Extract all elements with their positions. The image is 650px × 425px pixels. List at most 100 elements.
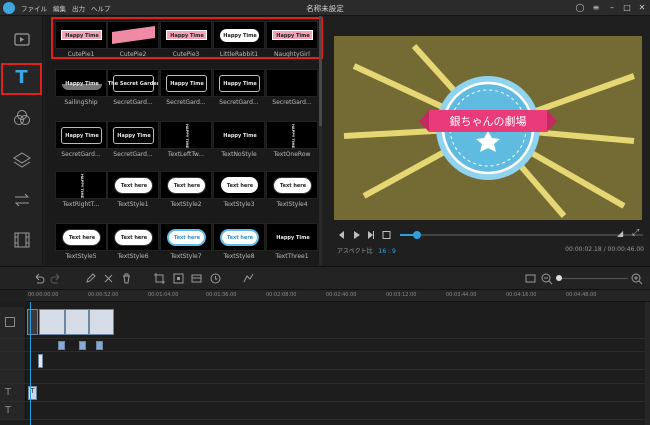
fullscreen-icon[interactable]: ⤢	[632, 228, 639, 238]
pen-icon[interactable]	[84, 272, 97, 285]
user-icon[interactable]: ◯	[574, 2, 586, 14]
aspect-ratio: アスペクト比 16 : 9	[337, 246, 396, 255]
zoom-out-icon[interactable]	[540, 272, 553, 285]
text-template-tile[interactable]: HAPPY TIME	[266, 121, 318, 149]
delete-icon[interactable]	[120, 272, 133, 285]
ruler-tick-label: 00:00:52.00	[88, 292, 119, 298]
text-template-tile[interactable]: Text here	[107, 171, 159, 199]
text-track-2-icon: T	[5, 405, 12, 416]
text-t-icon: T	[15, 67, 28, 88]
highlight-box-top-row	[51, 17, 323, 59]
zoom-slider[interactable]	[556, 278, 628, 279]
close-icon[interactable]: ✕	[636, 2, 648, 14]
tile-preview-text: Happy Time	[117, 133, 151, 139]
time-display: 00:00:02.18 / 00:00:46.00	[565, 246, 644, 253]
tile-preview-text: Happy Time	[223, 133, 257, 139]
tile-preview-text: Text here	[68, 235, 96, 241]
play-icon	[354, 231, 360, 239]
text-template-tile[interactable]: Happy Time	[107, 121, 159, 149]
text-tab[interactable]: T	[1, 63, 42, 95]
text-template-tile[interactable]: Text here	[107, 223, 159, 251]
filter-track-head	[0, 370, 26, 383]
transition-track	[0, 339, 650, 352]
text-template-tile[interactable]: Happy Time	[55, 121, 107, 149]
text-template-tile[interactable]: Text here	[160, 223, 212, 251]
transition-marker[interactable]	[58, 341, 65, 350]
filter-circles-icon	[14, 110, 30, 125]
timeline-ruler[interactable]: 00:00:00.00 00:00:52.00 00:01:04.00 00:01:3…	[26, 290, 650, 302]
tile-preview-text: Happy Time	[65, 81, 99, 87]
redo-icon[interactable]	[50, 272, 63, 285]
text-track-2: T	[0, 402, 650, 420]
text-template-tile[interactable]: Happy Time	[266, 223, 318, 251]
layers-icon	[13, 152, 31, 168]
text-template-tile[interactable]: Happy Time	[213, 121, 265, 149]
timeline-tracks: T T T	[0, 302, 650, 425]
tile-preview-text: Text here	[226, 183, 254, 189]
overlays-tab[interactable]	[10, 148, 34, 172]
text-template-tile[interactable]: HAPPY TIME	[55, 171, 107, 199]
text-template-tile[interactable]: Happy Time	[160, 69, 212, 97]
video-track-icon	[5, 317, 15, 327]
media-tab[interactable]	[10, 28, 34, 52]
fit-timeline-icon[interactable]	[524, 272, 537, 285]
video-clip-2[interactable]	[65, 309, 89, 335]
text-template-tile[interactable]: HAPPY TIME	[160, 121, 212, 149]
video-clip-gap[interactable]	[27, 309, 38, 335]
progress-track[interactable]	[400, 234, 643, 236]
window-title: 名称未設定	[306, 4, 344, 13]
tile-preview-text	[267, 70, 317, 96]
text-template-tile[interactable]: Text here	[266, 171, 318, 199]
tile-preview-text: Happy Time	[276, 235, 310, 241]
crop-icon[interactable]	[153, 272, 166, 285]
next-frame-icon	[368, 231, 374, 239]
undo-icon[interactable]	[32, 272, 45, 285]
timeline-scrollbar[interactable]	[645, 302, 650, 425]
zoom-slider-knob[interactable]	[556, 275, 562, 281]
maximize-icon[interactable]: □	[621, 2, 633, 14]
video-clip-3[interactable]	[89, 309, 114, 335]
tile-preview-text: Text here	[173, 183, 201, 189]
progress-knob[interactable]	[413, 231, 421, 239]
aspect-ratio-value[interactable]: 16 : 9	[379, 248, 396, 255]
mosaic-icon[interactable]	[172, 272, 185, 285]
ruler-tick-label: 00:00:00.00	[28, 292, 59, 298]
filter-track	[0, 370, 650, 384]
text-template-tile[interactable]: Happy Time	[213, 69, 265, 97]
overlay-marker[interactable]	[38, 354, 43, 368]
video-clip-1[interactable]	[39, 309, 65, 335]
transition-marker[interactable]	[79, 341, 86, 350]
transitions-tab[interactable]	[10, 188, 34, 212]
tile-preview-text: Happy Time	[65, 133, 99, 139]
zoom-in-icon[interactable]	[630, 272, 643, 285]
menu-icon[interactable]: ≡	[590, 2, 602, 14]
filters-tab[interactable]	[10, 106, 34, 130]
clock-icon[interactable]	[209, 272, 222, 285]
text-template-tile[interactable]: The Secret Garden	[107, 69, 159, 97]
minimize-icon[interactable]: –	[606, 2, 618, 14]
volume-icon[interactable]: ◢	[617, 229, 623, 238]
text-template-tile[interactable]	[266, 69, 318, 97]
text-template-tile[interactable]: Text here	[213, 171, 265, 199]
text-template-tile[interactable]: Text here	[160, 171, 212, 199]
audio-edit-icon[interactable]	[242, 272, 255, 285]
text-template-tile[interactable]: Text here	[213, 223, 265, 251]
panel-scrollbar-thumb[interactable]	[319, 16, 322, 126]
text-template-label: TextStyle4	[276, 201, 308, 208]
freeze-icon[interactable]	[190, 272, 203, 285]
overlay-track	[0, 352, 650, 370]
tile-preview-text: Text here	[120, 235, 148, 241]
text-template-tile[interactable]: Happy Time	[55, 69, 107, 97]
transition-marker[interactable]	[96, 341, 103, 350]
tile-preview-text: Text here	[226, 235, 254, 241]
prev-frame-icon	[339, 231, 344, 239]
tile-preview-text: Happy Time	[223, 81, 257, 87]
ruler-tick-label: 00:01:04.00	[148, 292, 179, 298]
split-icon[interactable]	[102, 272, 115, 285]
overlay-track-head	[0, 352, 26, 369]
ruler-tick-label: 00:04:48.00	[566, 292, 597, 298]
stop-icon	[382, 231, 391, 239]
playhead[interactable]	[30, 302, 31, 425]
elements-tab[interactable]	[10, 228, 34, 252]
text-template-tile[interactable]: Text here	[55, 223, 107, 251]
